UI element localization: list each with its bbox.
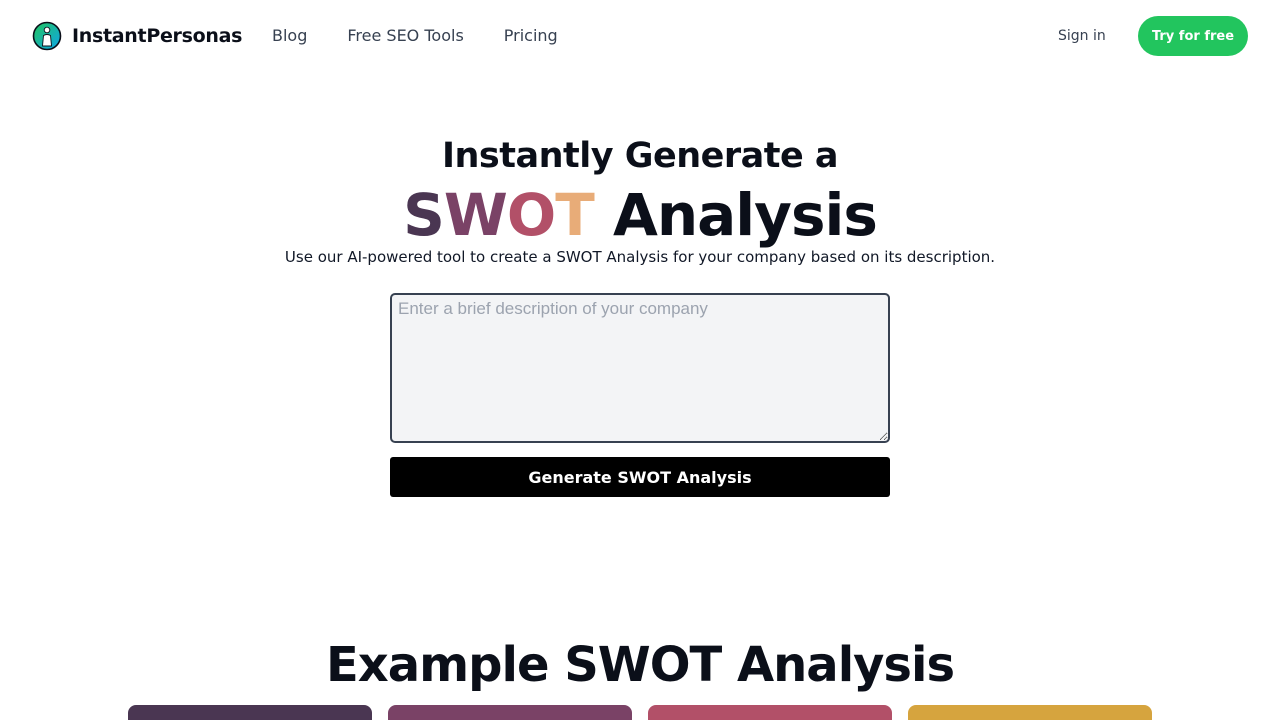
brand-name: InstantPersonas: [72, 25, 243, 47]
nav-free-seo-tools[interactable]: Free SEO Tools: [347, 24, 463, 48]
brand-link[interactable]: InstantPersonas: [32, 20, 242, 52]
example-card-threats: [908, 705, 1152, 720]
analysis-word: Analysis: [593, 181, 878, 249]
swot-letter-o: O: [506, 181, 556, 249]
site-header: InstantPersonas Blog Free SEO Tools Pric…: [0, 0, 1280, 72]
example-section-title: Example SWOT Analysis: [325, 637, 955, 693]
sign-in-link[interactable]: Sign in: [1058, 26, 1106, 46]
company-description-input[interactable]: [390, 293, 890, 443]
swot-letter-w: W: [443, 181, 508, 249]
example-card-opportunities: [648, 705, 892, 720]
example-card-weaknesses: [388, 705, 632, 720]
try-for-free-button[interactable]: Try for free: [1138, 16, 1248, 56]
generate-swot-button[interactable]: Generate SWOT Analysis: [390, 457, 890, 497]
nav-blog[interactable]: Blog: [272, 24, 307, 48]
swot-letter-s: S: [403, 181, 445, 249]
hero-heading-line1: Instantly Generate a: [441, 136, 839, 176]
hero-heading-line2: SWOT Analysis: [0, 180, 1280, 250]
swot-letter-t: T: [555, 181, 595, 249]
main-nav: Blog Free SEO Tools Pricing: [272, 24, 558, 48]
instantpersonas-logo-icon: [32, 21, 62, 51]
hero-subtitle: Use our AI-powered tool to create a SWOT…: [284, 248, 996, 266]
nav-pricing[interactable]: Pricing: [504, 24, 558, 48]
example-card-strengths: [128, 705, 372, 720]
